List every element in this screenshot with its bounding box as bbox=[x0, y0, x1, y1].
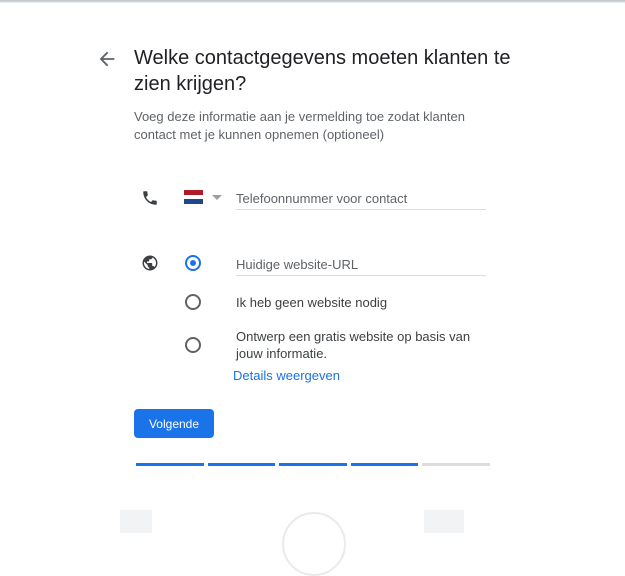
radio-free-website[interactable] bbox=[185, 337, 201, 353]
progress-step-complete bbox=[350, 463, 419, 466]
progress-bar bbox=[136, 463, 490, 466]
flag-stripe-blue bbox=[184, 199, 203, 204]
details-link[interactable]: Details weergeven bbox=[233, 368, 340, 383]
option-free-website-label[interactable]: Ontwerp een gratis website op basis van … bbox=[236, 328, 491, 362]
arrow-back-icon[interactable] bbox=[96, 48, 118, 70]
page-subtitle: Voeg deze informatie aan je vermelding t… bbox=[134, 109, 465, 142]
website-url-input[interactable] bbox=[236, 253, 486, 276]
option-no-website-label[interactable]: Ik heb geen website nodig bbox=[236, 294, 387, 311]
phone-icon bbox=[143, 191, 157, 205]
progress-step-complete bbox=[207, 463, 276, 466]
progress-step-complete bbox=[279, 463, 347, 466]
top-shadow bbox=[0, 0, 625, 3]
country-flag-selector[interactable] bbox=[184, 190, 203, 204]
radio-no-website[interactable] bbox=[185, 294, 201, 310]
page-title: Welke contactgegevens moeten klanten te … bbox=[134, 47, 511, 95]
chevron-down-icon[interactable] bbox=[212, 195, 222, 200]
progress-step-pending bbox=[422, 463, 490, 466]
background-decoration bbox=[424, 510, 464, 533]
background-decoration bbox=[282, 512, 346, 576]
progress-step-complete bbox=[136, 463, 204, 466]
radio-current-website[interactable] bbox=[185, 255, 201, 271]
background-decoration bbox=[120, 510, 152, 533]
globe-icon bbox=[142, 255, 158, 271]
phone-input[interactable] bbox=[236, 187, 486, 210]
next-button[interactable]: Volgende bbox=[134, 409, 214, 438]
